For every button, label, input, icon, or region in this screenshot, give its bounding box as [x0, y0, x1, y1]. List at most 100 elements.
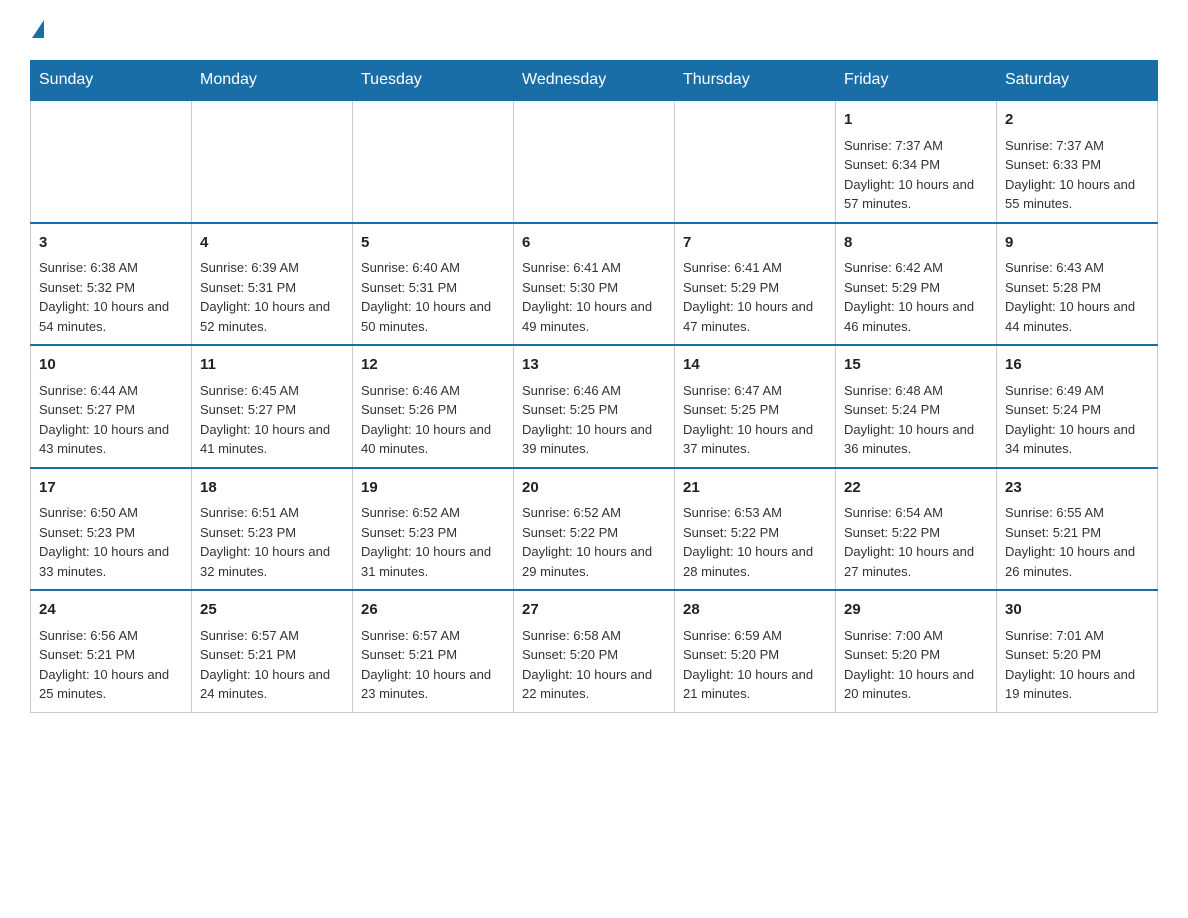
day-number: 9 [1005, 232, 1149, 255]
calendar-week-5: 24 Sunrise: 6:56 AM Sunset: 5:21 PM Dayli… [31, 590, 1158, 712]
calendar-cell: 3 Sunrise: 6:38 AM Sunset: 5:32 PM Daylig… [31, 223, 192, 346]
day-number: 8 [844, 232, 988, 255]
day-number: 6 [522, 232, 666, 255]
day-number: 18 [200, 477, 344, 500]
calendar-cell: 25 Sunrise: 6:57 AM Sunset: 5:21 PM Dayli… [192, 590, 353, 712]
day-info: Sunrise: 6:57 AM Sunset: 5:21 PM Dayligh… [200, 626, 344, 704]
calendar-cell: 21Sunrise: 6:53 AM Sunset: 5:22 PM Dayli… [675, 468, 836, 591]
day-info: Sunrise: 6:58 AM Sunset: 5:20 PM Dayligh… [522, 626, 666, 704]
header [30, 20, 1158, 40]
day-info: Sunrise: 6:47 AM Sunset: 5:25 PM Dayligh… [683, 381, 827, 459]
day-info: Sunrise: 6:41 AM Sunset: 5:30 PM Dayligh… [522, 258, 666, 336]
day-info: Sunrise: 6:40 AM Sunset: 5:31 PM Dayligh… [361, 258, 505, 336]
day-number: 24 [39, 599, 183, 622]
day-number: 15 [844, 354, 988, 377]
calendar-cell [514, 100, 675, 223]
calendar-header-wednesday: Wednesday [514, 61, 675, 101]
calendar-cell: 18 Sunrise: 6:51 AM Sunset: 5:23 PM Dayli… [192, 468, 353, 591]
day-number: 28 [683, 599, 827, 622]
day-number: 1 [844, 109, 988, 132]
day-info: Sunrise: 6:55 AM Sunset: 5:21 PM Dayligh… [1005, 503, 1149, 581]
day-info: Sunrise: 6:48 AM Sunset: 5:24 PM Dayligh… [844, 381, 988, 459]
day-info: Sunrise: 7:37 AM Sunset: 6:33 PM Dayligh… [1005, 136, 1149, 214]
calendar-cell: 13 Sunrise: 6:46 AM Sunset: 5:25 PM Dayli… [514, 345, 675, 468]
day-info: Sunrise: 6:41 AM Sunset: 5:29 PM Dayligh… [683, 258, 827, 336]
calendar-cell: 17 Sunrise: 6:50 AM Sunset: 5:23 PM Dayli… [31, 468, 192, 591]
day-number: 3 [39, 232, 183, 255]
day-number: 27 [522, 599, 666, 622]
calendar-cell [192, 100, 353, 223]
day-number: 29 [844, 599, 988, 622]
calendar-cell: 29 Sunrise: 7:00 AM Sunset: 5:20 PM Dayli… [836, 590, 997, 712]
logo-triangle-icon [32, 20, 44, 38]
day-number: 4 [200, 232, 344, 255]
day-info: Sunrise: 6:38 AM Sunset: 5:32 PM Dayligh… [39, 258, 183, 336]
calendar-header-saturday: Saturday [997, 61, 1158, 101]
day-info: Sunrise: 6:52 AM Sunset: 5:23 PM Dayligh… [361, 503, 505, 581]
day-number: 2 [1005, 109, 1149, 132]
calendar-cell: 12 Sunrise: 6:46 AM Sunset: 5:26 PM Dayli… [353, 345, 514, 468]
day-info: Sunrise: 6:46 AM Sunset: 5:25 PM Dayligh… [522, 381, 666, 459]
calendar-cell: 23 Sunrise: 6:55 AM Sunset: 5:21 PM Dayli… [997, 468, 1158, 591]
calendar-cell: 2 Sunrise: 7:37 AM Sunset: 6:33 PM Daylig… [997, 100, 1158, 223]
day-info: Sunrise: 6:51 AM Sunset: 5:23 PM Dayligh… [200, 503, 344, 581]
day-number: 19 [361, 477, 505, 500]
day-info: Sunrise: 7:37 AM Sunset: 6:34 PM Dayligh… [844, 136, 988, 214]
calendar-cell [675, 100, 836, 223]
day-info: Sunrise: 6:50 AM Sunset: 5:23 PM Dayligh… [39, 503, 183, 581]
day-number: 17 [39, 477, 183, 500]
day-number: 26 [361, 599, 505, 622]
day-info: Sunrise: 6:56 AM Sunset: 5:21 PM Dayligh… [39, 626, 183, 704]
calendar-header-tuesday: Tuesday [353, 61, 514, 101]
day-number: 7 [683, 232, 827, 255]
day-number: 12 [361, 354, 505, 377]
calendar-cell: 27 Sunrise: 6:58 AM Sunset: 5:20 PM Dayli… [514, 590, 675, 712]
calendar-week-3: 10 Sunrise: 6:44 AM Sunset: 5:27 PM Dayli… [31, 345, 1158, 468]
calendar-cell: 28 Sunrise: 6:59 AM Sunset: 5:20 PM Dayli… [675, 590, 836, 712]
logo [30, 20, 44, 40]
day-number: 11 [200, 354, 344, 377]
calendar-week-4: 17 Sunrise: 6:50 AM Sunset: 5:23 PM Dayli… [31, 468, 1158, 591]
day-number: 23 [1005, 477, 1149, 500]
day-info: Sunrise: 7:00 AM Sunset: 5:20 PM Dayligh… [844, 626, 988, 704]
day-number: 5 [361, 232, 505, 255]
day-number: 22 [844, 477, 988, 500]
day-info: Sunrise: 6:52 AM Sunset: 5:22 PM Dayligh… [522, 503, 666, 581]
day-number: 13 [522, 354, 666, 377]
calendar-cell: 4 Sunrise: 6:39 AM Sunset: 5:31 PM Daylig… [192, 223, 353, 346]
calendar-cell: 30 Sunrise: 7:01 AM Sunset: 5:20 PM Dayli… [997, 590, 1158, 712]
calendar-header-sunday: Sunday [31, 61, 192, 101]
day-info: Sunrise: 6:43 AM Sunset: 5:28 PM Dayligh… [1005, 258, 1149, 336]
day-number: 30 [1005, 599, 1149, 622]
day-info: Sunrise: 6:44 AM Sunset: 5:27 PM Dayligh… [39, 381, 183, 459]
calendar-cell: 7 Sunrise: 6:41 AM Sunset: 5:29 PM Daylig… [675, 223, 836, 346]
day-number: 14 [683, 354, 827, 377]
calendar-cell: 1 Sunrise: 7:37 AM Sunset: 6:34 PM Daylig… [836, 100, 997, 223]
calendar-cell: 19 Sunrise: 6:52 AM Sunset: 5:23 PM Dayli… [353, 468, 514, 591]
calendar-cell: 22 Sunrise: 6:54 AM Sunset: 5:22 PM Dayli… [836, 468, 997, 591]
day-number: 20 [522, 477, 666, 500]
calendar-cell: 14 Sunrise: 6:47 AM Sunset: 5:25 PM Dayli… [675, 345, 836, 468]
day-number: 16 [1005, 354, 1149, 377]
calendar-cell: 6 Sunrise: 6:41 AM Sunset: 5:30 PM Daylig… [514, 223, 675, 346]
calendar-cell [353, 100, 514, 223]
calendar-cell: 5 Sunrise: 6:40 AM Sunset: 5:31 PM Daylig… [353, 223, 514, 346]
day-info: Sunrise: 6:42 AM Sunset: 5:29 PM Dayligh… [844, 258, 988, 336]
calendar-week-2: 3 Sunrise: 6:38 AM Sunset: 5:32 PM Daylig… [31, 223, 1158, 346]
calendar-cell: 8 Sunrise: 6:42 AM Sunset: 5:29 PM Daylig… [836, 223, 997, 346]
day-number: 10 [39, 354, 183, 377]
day-info: Sunrise: 6:54 AM Sunset: 5:22 PM Dayligh… [844, 503, 988, 581]
day-info: Sunrise: 6:59 AM Sunset: 5:20 PM Dayligh… [683, 626, 827, 704]
day-info: Sunrise: 6:39 AM Sunset: 5:31 PM Dayligh… [200, 258, 344, 336]
day-info: Sunrise: 7:01 AM Sunset: 5:20 PM Dayligh… [1005, 626, 1149, 704]
calendar-cell: 15 Sunrise: 6:48 AM Sunset: 5:24 PM Dayli… [836, 345, 997, 468]
day-info: Sunrise: 6:45 AM Sunset: 5:27 PM Dayligh… [200, 381, 344, 459]
calendar-header-friday: Friday [836, 61, 997, 101]
calendar-cell: 24 Sunrise: 6:56 AM Sunset: 5:21 PM Dayli… [31, 590, 192, 712]
day-info: Sunrise: 6:46 AM Sunset: 5:26 PM Dayligh… [361, 381, 505, 459]
calendar-cell: 9 Sunrise: 6:43 AM Sunset: 5:28 PM Daylig… [997, 223, 1158, 346]
calendar-cell: 11 Sunrise: 6:45 AM Sunset: 5:27 PM Dayli… [192, 345, 353, 468]
calendar-table: SundayMondayTuesdayWednesdayThursdayFrid… [30, 60, 1158, 713]
day-number: 25 [200, 599, 344, 622]
calendar-header-row: SundayMondayTuesdayWednesdayThursdayFrid… [31, 61, 1158, 101]
